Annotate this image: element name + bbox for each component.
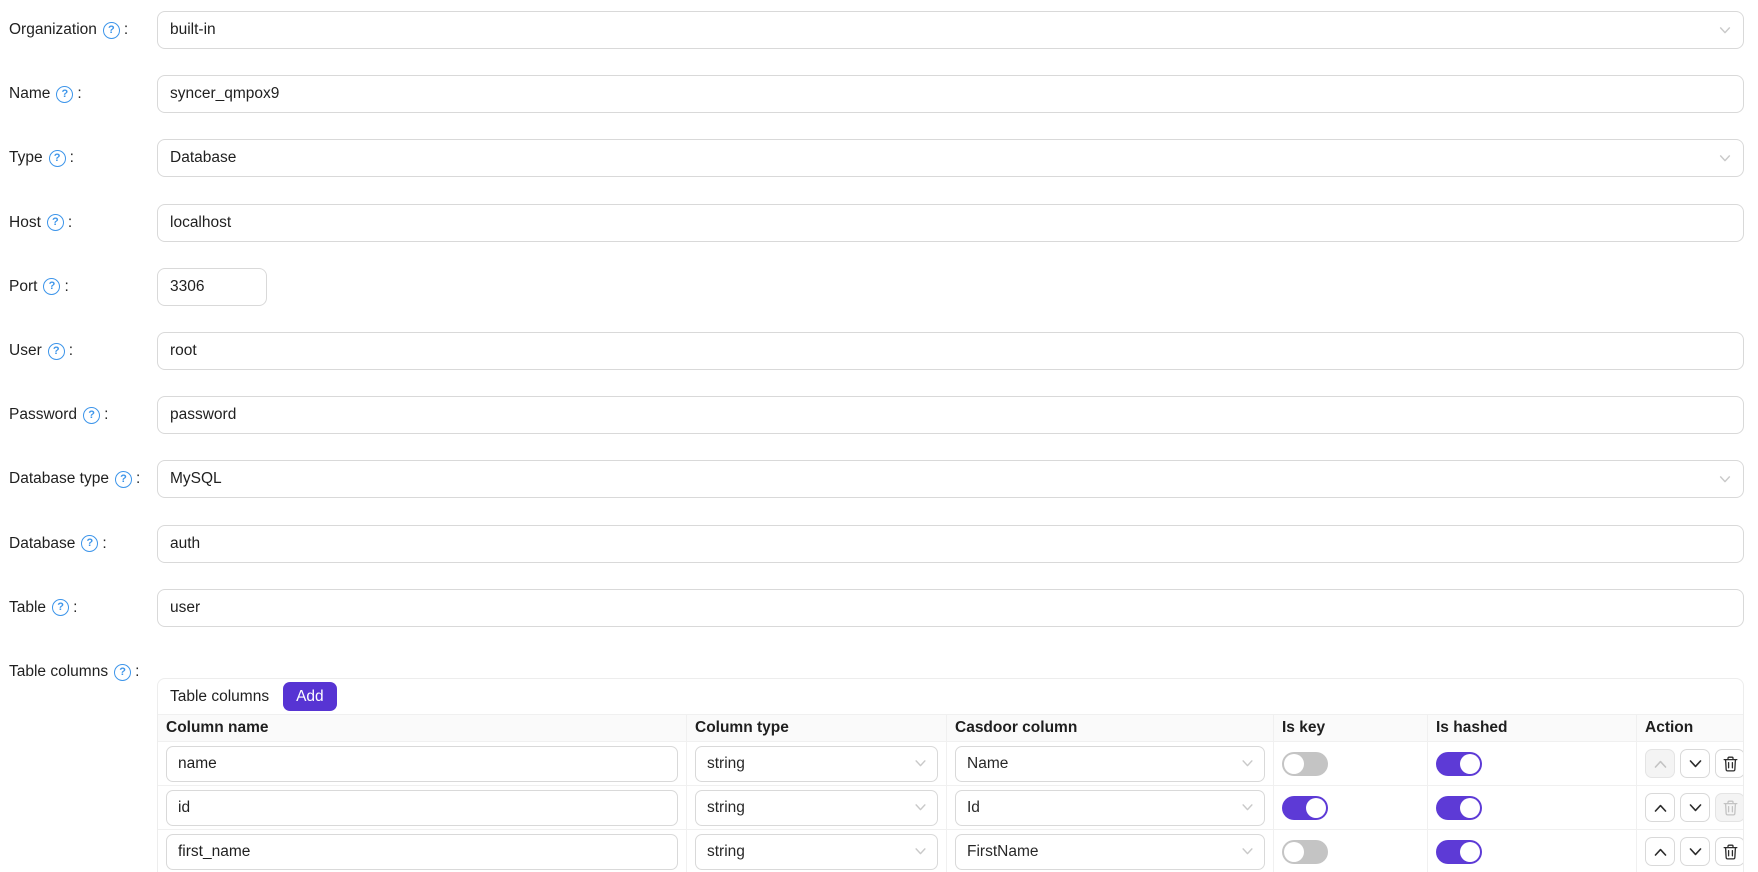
- form-row-database: Database ? :: [0, 525, 1758, 563]
- column-type-select[interactable]: string: [695, 790, 938, 826]
- field-label: Host: [9, 214, 41, 232]
- is-key-toggle[interactable]: [1282, 752, 1328, 776]
- chevron-down-icon: [915, 848, 926, 855]
- chevron-down-icon: [915, 804, 926, 811]
- column-type-select[interactable]: string: [695, 834, 938, 870]
- table-input[interactable]: [157, 589, 1744, 627]
- form-row-database-type: Database type ? : MySQL: [0, 460, 1758, 498]
- type-select[interactable]: Database: [157, 139, 1744, 177]
- database-type-select[interactable]: MySQL: [157, 460, 1744, 498]
- user-input[interactable]: [157, 332, 1744, 370]
- header-casdoor-column: Casdoor column: [947, 715, 1274, 741]
- chevron-down-icon: [1242, 760, 1253, 767]
- name-input[interactable]: [157, 75, 1744, 113]
- casdoor-column-select[interactable]: Name: [955, 746, 1265, 782]
- chevron-down-icon: [915, 760, 926, 767]
- column-name-input[interactable]: [166, 790, 678, 826]
- is-key-toggle[interactable]: [1282, 840, 1328, 864]
- form-row-table: Table ? :: [0, 589, 1758, 627]
- is-hashed-toggle[interactable]: [1436, 752, 1482, 776]
- header-column-name: Column name: [158, 715, 687, 741]
- chevron-down-icon: [1719, 27, 1731, 34]
- is-hashed-toggle[interactable]: [1436, 796, 1482, 820]
- host-input[interactable]: [157, 204, 1744, 242]
- table-body: string Name: [158, 742, 1743, 872]
- field-label: Password: [9, 406, 77, 424]
- help-icon[interactable]: ?: [49, 150, 66, 167]
- delete-button[interactable]: [1715, 837, 1743, 866]
- header-is-key: Is key: [1274, 715, 1428, 741]
- field-label: Type: [9, 149, 43, 167]
- organization-select[interactable]: built-in: [157, 11, 1744, 49]
- table-columns-field-label: Table columns ? :: [9, 653, 139, 691]
- port-input[interactable]: [157, 268, 267, 306]
- field-label: Database type: [9, 470, 109, 488]
- move-up-button[interactable]: [1645, 837, 1675, 866]
- panel-titlebar: Table columns Add: [158, 679, 1743, 714]
- panel-title: Table columns: [170, 688, 269, 706]
- column-name-input[interactable]: [166, 746, 678, 782]
- casdoor-column-select[interactable]: Id: [955, 790, 1265, 826]
- help-icon[interactable]: ?: [52, 599, 69, 616]
- chevron-down-icon: [1719, 155, 1731, 162]
- database-input[interactable]: [157, 525, 1744, 563]
- help-icon[interactable]: ?: [115, 471, 132, 488]
- table-columns-panel: Table columns Add Column name Column typ…: [157, 678, 1744, 872]
- table-row: string FirstName: [158, 830, 1743, 872]
- help-icon[interactable]: ?: [47, 214, 64, 231]
- help-icon[interactable]: ?: [81, 535, 98, 552]
- help-icon[interactable]: ?: [114, 664, 131, 681]
- is-hashed-toggle[interactable]: [1436, 840, 1482, 864]
- chevron-down-icon: [1242, 804, 1253, 811]
- header-action: Action: [1637, 715, 1743, 741]
- field-label: Name: [9, 85, 50, 103]
- chevron-down-icon: [1719, 476, 1731, 483]
- move-up-button[interactable]: [1645, 749, 1675, 778]
- form-row-password: Password ? :: [0, 396, 1758, 434]
- is-key-toggle[interactable]: [1282, 796, 1328, 820]
- field-label: Organization: [9, 21, 97, 39]
- form-row-name: Name ? :: [0, 75, 1758, 113]
- help-icon[interactable]: ?: [56, 86, 73, 103]
- move-up-button[interactable]: [1645, 793, 1675, 822]
- syncer-edit-form: Organization ? : built-in Name ? : Type …: [0, 0, 1758, 872]
- form-row-organization: Organization ? : built-in: [0, 11, 1758, 49]
- form-row-host: Host ? :: [0, 204, 1758, 242]
- chevron-down-icon: [1242, 848, 1253, 855]
- field-label: Table columns: [9, 663, 108, 681]
- field-label: Database: [9, 535, 75, 553]
- delete-button[interactable]: [1715, 793, 1743, 822]
- table-row: string Name: [158, 742, 1743, 786]
- field-label: Port: [9, 278, 37, 296]
- table-row: string Id: [158, 786, 1743, 830]
- column-name-input[interactable]: [166, 834, 678, 870]
- help-icon[interactable]: ?: [103, 22, 120, 39]
- help-icon[interactable]: ?: [48, 343, 65, 360]
- header-column-type: Column type: [687, 715, 947, 741]
- move-down-button[interactable]: [1680, 837, 1710, 866]
- field-label: User: [9, 342, 42, 360]
- column-type-select[interactable]: string: [695, 746, 938, 782]
- move-down-button[interactable]: [1680, 793, 1710, 822]
- casdoor-column-select[interactable]: FirstName: [955, 834, 1265, 870]
- delete-button[interactable]: [1715, 749, 1743, 778]
- field-label: Table: [9, 599, 46, 617]
- form-row-type: Type ? : Database: [0, 139, 1758, 177]
- move-down-button[interactable]: [1680, 749, 1710, 778]
- add-column-button[interactable]: Add: [283, 682, 337, 711]
- table-header-row: Column name Column type Casdoor column I…: [158, 714, 1743, 742]
- password-input[interactable]: [157, 396, 1744, 434]
- help-icon[interactable]: ?: [83, 407, 100, 424]
- form-row-port: Port ? :: [0, 268, 1758, 306]
- header-is-hashed: Is hashed: [1428, 715, 1637, 741]
- help-icon[interactable]: ?: [43, 278, 60, 295]
- form-row-user: User ? :: [0, 332, 1758, 370]
